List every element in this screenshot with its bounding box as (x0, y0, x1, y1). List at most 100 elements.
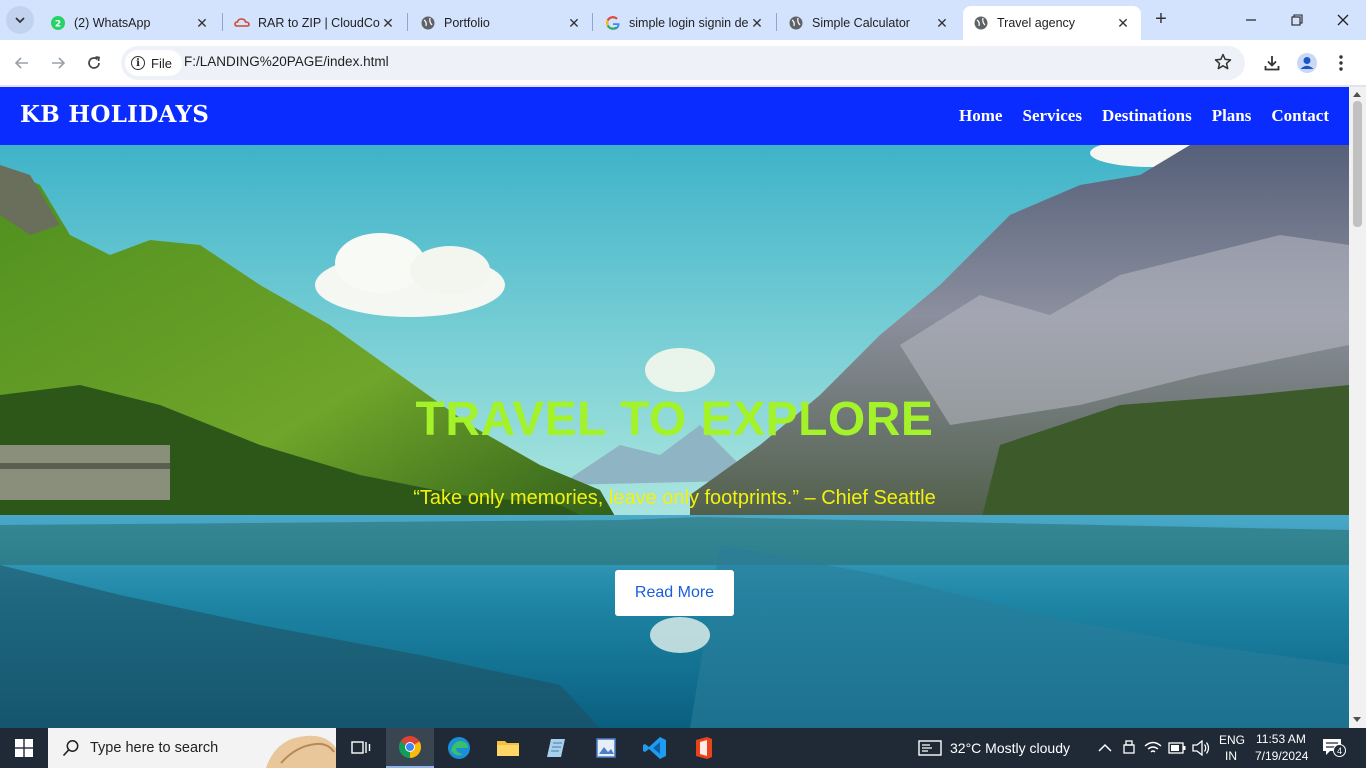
start-button[interactable] (0, 728, 48, 768)
scroll-down-arrow-icon[interactable] (1353, 717, 1361, 722)
weather-text[interactable]: 32°C Mostly cloudy (950, 740, 1070, 756)
battery-icon[interactable] (1168, 742, 1186, 754)
kebab-menu-icon (1339, 55, 1343, 71)
google-icon (605, 15, 621, 31)
tab-cloudconvert[interactable]: RAR to ZIP | CloudConvert ✕ (224, 6, 406, 40)
taskbar-photos[interactable] (582, 728, 630, 768)
weather-icon (918, 740, 942, 756)
vscode-icon (643, 737, 666, 759)
hero-section: TRAVEL TO EXPLORE “Take only memories, l… (0, 145, 1349, 728)
reload-button[interactable] (79, 48, 109, 78)
download-icon (1264, 56, 1280, 71)
scroll-up-arrow-icon[interactable] (1353, 92, 1361, 97)
tab-portfolio[interactable]: Portfolio ✕ (410, 6, 592, 40)
globe-icon (420, 15, 436, 31)
close-icon (1337, 14, 1349, 26)
windows-logo-icon (15, 739, 33, 757)
nav-link-destinations[interactable]: Destinations (1102, 106, 1192, 126)
scrollbar-thumb[interactable] (1353, 101, 1362, 227)
chrome-icon (399, 736, 421, 758)
profile-button[interactable] (1292, 48, 1322, 78)
info-icon: i (131, 56, 145, 70)
taskbar-search-box[interactable]: Type here to search (48, 728, 336, 768)
notification-count-badge: 4 (1333, 744, 1346, 757)
avatar-icon (1297, 53, 1317, 73)
volume-icon[interactable] (1192, 740, 1210, 756)
close-window-button[interactable] (1320, 0, 1366, 40)
search-highlight-illustration (266, 735, 336, 768)
nav-link-home[interactable]: Home (959, 106, 1002, 126)
nav-link-plans[interactable]: Plans (1212, 106, 1252, 126)
tab-separator (776, 13, 777, 31)
taskbar-chrome[interactable] (386, 728, 434, 768)
close-tab-icon[interactable]: ✕ (1115, 15, 1131, 31)
task-view-button[interactable] (337, 728, 385, 768)
new-tab-button[interactable]: + (1150, 8, 1172, 30)
menu-button[interactable] (1326, 48, 1356, 78)
restore-icon (1291, 14, 1303, 26)
network-icon[interactable] (1144, 740, 1162, 756)
arrow-left-icon (14, 57, 28, 69)
forward-button[interactable] (43, 48, 73, 78)
windows-taskbar: Type here to search 32°C Mostly cloudy E… (0, 728, 1366, 768)
read-more-button[interactable]: Read More (615, 570, 734, 616)
tab-whatsapp[interactable]: 2 (2) WhatsApp ✕ (40, 6, 220, 40)
tab-title: RAR to ZIP | CloudConvert (258, 16, 380, 30)
tab-title: Simple Calculator (812, 16, 910, 30)
restore-button[interactable] (1274, 0, 1320, 40)
tab-login-design[interactable]: simple login signin design ✕ (595, 6, 775, 40)
back-button[interactable] (7, 48, 37, 78)
browser-toolbar: i File F:/LANDING%20PAGE/index.html (0, 40, 1366, 86)
search-placeholder: Type here to search (90, 740, 219, 756)
notification-center-button[interactable]: 4 (1322, 738, 1346, 760)
clock-time[interactable]: 11:53 AM (1256, 732, 1306, 746)
page-scrollbar[interactable] (1349, 87, 1366, 728)
close-tab-icon[interactable]: ✕ (380, 15, 396, 31)
hero-quote: “Take only memories, leave only footprin… (413, 487, 936, 509)
taskbar-notepad[interactable] (533, 728, 581, 768)
tab-simple-calculator[interactable]: Simple Calculator ✕ (778, 6, 960, 40)
bookmark-star-icon[interactable] (1213, 52, 1233, 77)
site-logo[interactable]: KB HOLIDAYS (20, 101, 209, 128)
close-tab-icon[interactable]: ✕ (566, 15, 582, 31)
tab-title: simple login signin design (629, 16, 749, 30)
browser-tab-strip: 2 (2) WhatsApp ✕ RAR to ZIP | CloudConve… (0, 0, 1366, 40)
taskbar-edge[interactable] (435, 728, 483, 768)
tab-separator (592, 13, 593, 31)
site-info-chip[interactable]: i File (125, 50, 182, 76)
hero-title: TRAVEL TO EXPLORE (415, 393, 934, 446)
tab-travel-agency[interactable]: Travel agency ✕ (963, 6, 1141, 40)
address-bar[interactable]: i File F:/LANDING%20PAGE/index.html (121, 46, 1245, 80)
edge-icon (448, 737, 470, 759)
page-viewport: KB HOLIDAYS Home Services Destinations P… (0, 87, 1349, 728)
close-tab-icon[interactable]: ✕ (749, 15, 765, 31)
downloads-button[interactable] (1257, 48, 1287, 78)
language-indicator[interactable]: ENG (1219, 733, 1245, 747)
taskbar-file-explorer[interactable] (484, 728, 532, 768)
nav-link-services[interactable]: Services (1022, 106, 1081, 126)
minimize-button[interactable] (1228, 0, 1274, 40)
clock-date[interactable]: 7/19/2024 (1255, 749, 1308, 763)
nav-link-contact[interactable]: Contact (1271, 106, 1329, 126)
photos-icon (596, 738, 616, 758)
tab-separator (407, 13, 408, 31)
tab-search-button[interactable] (6, 6, 34, 34)
region-indicator[interactable]: IN (1225, 749, 1237, 763)
taskbar-office[interactable] (680, 728, 728, 768)
tab-title: Travel agency (997, 16, 1076, 30)
task-view-icon (351, 741, 371, 754)
close-tab-icon[interactable]: ✕ (934, 15, 950, 31)
minimize-icon (1246, 19, 1256, 21)
globe-icon (788, 15, 804, 31)
taskbar-vscode[interactable] (631, 728, 679, 768)
tab-title: (2) WhatsApp (74, 16, 151, 30)
close-tab-icon[interactable]: ✕ (194, 15, 210, 31)
tab-title: Portfolio (444, 16, 490, 30)
search-icon (62, 740, 79, 757)
reload-icon (88, 56, 100, 69)
usb-device-icon[interactable] (1122, 740, 1136, 756)
nav-menu: Home Services Destinations Plans Contact (959, 106, 1329, 126)
url-text[interactable]: F:/LANDING%20PAGE/index.html (184, 54, 389, 69)
chevron-up-icon[interactable] (1098, 743, 1112, 753)
arrow-right-icon (52, 57, 66, 69)
